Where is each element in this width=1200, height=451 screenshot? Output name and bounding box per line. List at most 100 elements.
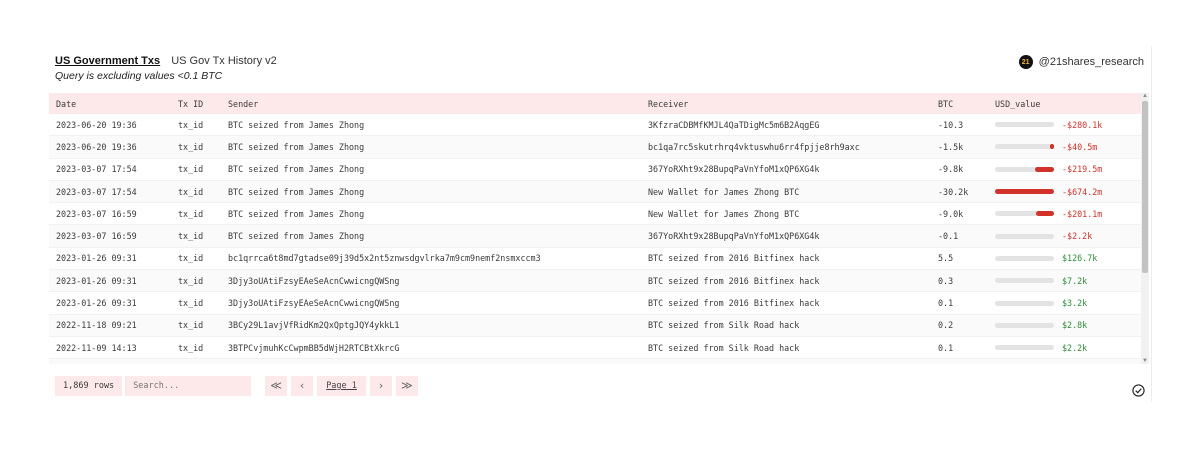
cell-usd-value: $3.2k xyxy=(988,291,1141,315)
cell-receiver: BTC seized from 2016 Bitfinex hack xyxy=(641,291,931,315)
check-circle-icon[interactable] xyxy=(1132,384,1145,397)
cell-sender: bc1qrrca6t8md7gtadse09j39d5x2nt5znwsdgvl… xyxy=(221,247,641,271)
results-table-container: Date Tx ID Sender Receiver BTC USD_value… xyxy=(49,93,1141,364)
usd-value-bar-track xyxy=(995,122,1054,128)
usd-value-bar-track xyxy=(995,211,1054,217)
cell-txid: tx_id xyxy=(171,291,221,315)
scrollbar-thumb[interactable] xyxy=(1142,101,1148,273)
table-header-row: Date Tx ID Sender Receiver BTC USD_value xyxy=(49,93,1141,114)
row-count: 1,869 rows xyxy=(55,376,123,396)
table-row[interactable]: 2023-06-20 19:36 tx_id BTC seized from Jam… xyxy=(49,135,1141,159)
table-row[interactable]: 2023-03-07 16:59 tx_id BTC seized from Jam… xyxy=(49,224,1141,248)
cell-date: 2023-06-20 19:36 xyxy=(49,114,171,137)
usd-value-text: -$201.1m xyxy=(1062,208,1103,219)
next-page-button[interactable]: › xyxy=(369,376,392,396)
column-header-txid[interactable]: Tx ID xyxy=(171,93,221,114)
cell-usd-value: -$201.1m xyxy=(988,202,1141,226)
cell-sender: BTC seized from James Zhong xyxy=(221,224,641,248)
table-row[interactable]: 2023-01-26 09:31 tx_id bc1qrrca6t8md7gtads… xyxy=(49,247,1141,271)
usd-value-bar-track xyxy=(995,166,1054,172)
cell-txid: tx_id xyxy=(171,247,221,271)
cell-sender: BTC seized from James Zhong xyxy=(221,135,641,159)
vertical-scrollbar[interactable]: ▲ ▼ xyxy=(1141,93,1149,364)
cell-receiver: 367YoRXht9x28BupqPaVnYfoM1xQP6XG4k xyxy=(641,224,931,248)
cell-usd-value: -$280.1k xyxy=(988,114,1141,137)
table-row[interactable]: 2023-03-07 17:54 tx_id BTC seized from Jam… xyxy=(49,158,1141,181)
usd-value-bar-track xyxy=(995,322,1054,328)
table-row[interactable]: 2022-11-05 13:48tx_idbc1qu462nnh2sfd9835… xyxy=(49,358,1141,364)
usd-value-bar-cell: -$2.2k xyxy=(995,226,1141,247)
column-header-date[interactable]: Date xyxy=(49,93,171,114)
cell-date: 2023-01-26 09:31 xyxy=(49,291,171,315)
cell-date: 2023-01-26 09:31 xyxy=(49,269,171,293)
cell-btc: 0.5 xyxy=(931,358,988,364)
usd-value-bar-fill xyxy=(1036,211,1054,217)
cell-usd-value: -$674.2m xyxy=(988,180,1141,204)
cell-txid: tx_id xyxy=(171,224,221,248)
usd-value-bar-cell: -$40.5m xyxy=(995,136,1141,157)
cell-sender: BTC seized from James Zhong xyxy=(221,114,641,137)
cell-btc: -10.3 xyxy=(931,114,988,137)
scroll-down-icon[interactable]: ▼ xyxy=(1141,358,1149,364)
table-footer: 1,869 rows ≪ ‹ Page 1 › ≫ xyxy=(55,376,418,396)
table-row[interactable]: 2023-01-26 09:31 tx_id 3Djy3oUAtiFzsyEAeSe… xyxy=(49,269,1141,293)
cell-btc: -1.5k xyxy=(931,135,988,159)
first-page-button[interactable]: ≪ xyxy=(265,376,288,396)
table-row[interactable]: 2022-11-09 14:13 tx_id 3BTPCvjmuhKcCwpmBB5… xyxy=(49,336,1141,360)
cell-txid: tx_id xyxy=(171,114,221,137)
cell-date: 2022-11-09 14:13 xyxy=(49,336,171,360)
cell-sender: BTC seized from James Zhong xyxy=(221,180,641,204)
cell-date: 2023-03-07 17:54 xyxy=(49,158,171,181)
usd-value-text: $7.2k xyxy=(1062,275,1088,286)
cell-receiver: New Wallet for James Zhong BTC xyxy=(641,202,931,226)
current-page-link[interactable]: Page 1 xyxy=(317,376,366,396)
cell-btc: -0.1 xyxy=(931,224,988,248)
cell-txid: tx_id xyxy=(171,314,221,337)
table-row[interactable]: 2023-01-26 09:31 tx_id 3Djy3oUAtiFzsyEAeSe… xyxy=(49,291,1141,315)
query-title-link[interactable]: US Government Txs xyxy=(55,55,160,67)
cell-btc: -9.8k xyxy=(931,158,988,181)
usd-value-bar-cell: -$201.1m xyxy=(995,203,1141,224)
usd-value-bar-track xyxy=(995,144,1054,150)
usd-value-bar-cell: -$674.2m xyxy=(995,181,1141,202)
cell-btc: 0.1 xyxy=(931,291,988,315)
search-input[interactable] xyxy=(125,376,252,396)
column-header-receiver[interactable]: Receiver xyxy=(641,93,931,114)
table-body: 2023-06-20 19:36 tx_id BTC seized from Jam… xyxy=(49,114,1141,364)
cell-btc: 0.1 xyxy=(931,336,988,360)
usd-value-text: -$40.5m xyxy=(1062,141,1098,152)
brand-logo-icon: 21 xyxy=(1018,55,1033,69)
table-row[interactable]: 2023-06-20 19:36 tx_id BTC seized from Jam… xyxy=(49,114,1141,137)
cell-receiver: BTC seized from Silk Road hack xyxy=(641,358,931,364)
column-header-usd-value[interactable]: USD_value xyxy=(988,93,1141,114)
cell-txid: tx_id xyxy=(171,336,221,360)
cell-receiver: 367YoRXht9x28BupqPaVnYfoM1xQP6XG4k xyxy=(641,158,931,181)
usd-value-text: $2.2k xyxy=(1062,342,1088,353)
cell-receiver: BTC seized from Silk Road hack xyxy=(641,314,931,337)
brand-attribution[interactable]: 21 @21shares_research xyxy=(1018,55,1144,69)
usd-value-bar-track xyxy=(995,345,1054,351)
cell-usd-value: $126.7k xyxy=(988,247,1141,271)
title-row: US Government Txs US Gov Tx History v2 xyxy=(55,55,277,67)
table-row[interactable]: 2022-11-18 09:21 tx_id 3BCy29L1avjVfRidKm2… xyxy=(49,314,1141,337)
cell-btc: -9.0k xyxy=(931,202,988,226)
cell-sender: 3BCy29L1avjVfRidKm2QxQptgJQY4ykkL1 xyxy=(221,314,641,337)
last-page-button[interactable]: ≫ xyxy=(395,376,418,396)
cell-date: 2023-03-07 16:59 xyxy=(49,202,171,226)
usd-value-bar-track xyxy=(995,233,1054,239)
usd-value-bar-fill xyxy=(1050,144,1054,150)
cell-receiver: BTC seized from 2016 Bitfinex hack xyxy=(641,247,931,271)
table-row[interactable]: 2023-03-07 17:54 tx_id BTC seized from Jam… xyxy=(49,180,1141,204)
column-header-sender[interactable]: Sender xyxy=(221,93,641,114)
usd-value-bar-cell: $2.2k xyxy=(995,337,1141,358)
usd-value-text: $126.7k xyxy=(1062,253,1098,264)
table-row[interactable]: 2023-03-07 16:59 tx_id BTC seized from Jam… xyxy=(49,202,1141,226)
results-table: Date Tx ID Sender Receiver BTC USD_value… xyxy=(49,93,1141,364)
scroll-up-icon[interactable]: ▲ xyxy=(1141,93,1149,99)
column-header-btc[interactable]: BTC xyxy=(931,93,988,114)
cell-btc: 0.2 xyxy=(931,314,988,337)
usd-value-text: -$674.2m xyxy=(1062,186,1103,197)
usd-value-bar-track xyxy=(995,300,1054,306)
cell-usd-value: -$2.2k xyxy=(988,224,1141,248)
previous-page-button[interactable]: ‹ xyxy=(291,376,314,396)
